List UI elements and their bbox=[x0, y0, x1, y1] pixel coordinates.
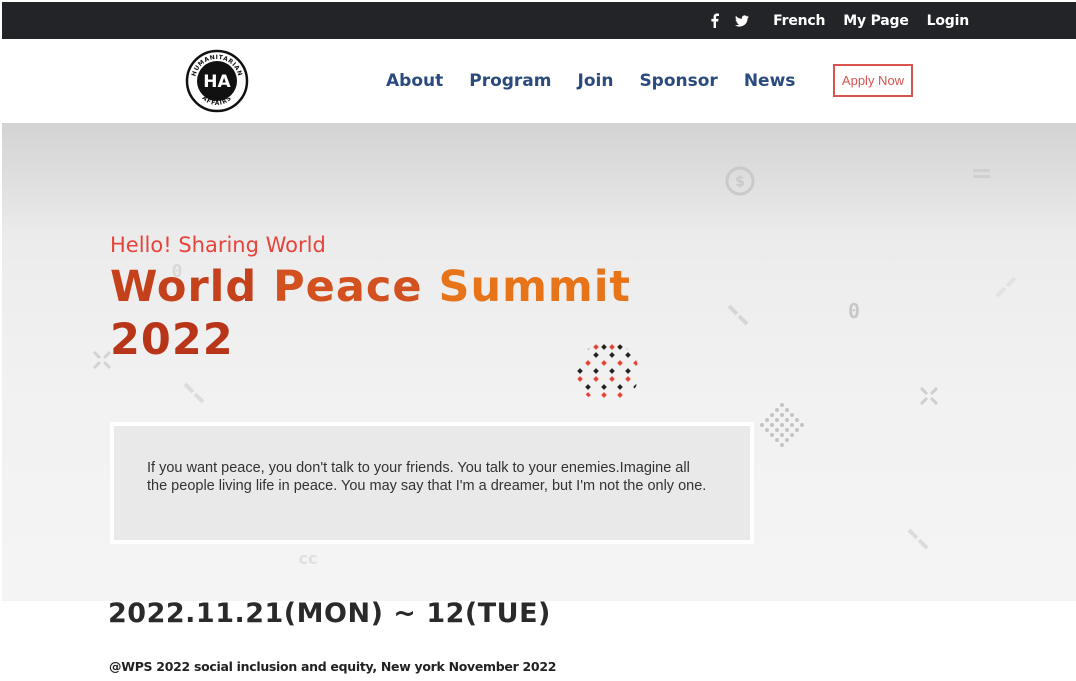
language-link[interactable]: French bbox=[773, 13, 825, 29]
event-subtitle: @WPS 2022 social inclusion and equity, N… bbox=[109, 659, 557, 674]
equals-shape-icon bbox=[973, 169, 990, 178]
main-nav: About Program Join Sponsor News bbox=[386, 71, 795, 91]
hero-title-word: 2022 bbox=[110, 315, 234, 365]
top-bar: French My Page Login bbox=[2, 2, 1076, 39]
dash-shape-icon bbox=[183, 382, 205, 404]
nav-program[interactable]: Program bbox=[469, 71, 551, 91]
quote-text: If you want peace, you don't talk to you… bbox=[147, 460, 707, 494]
site-logo[interactable]: HA HUMANITARIAN AFFAIRS bbox=[185, 49, 249, 113]
dollar-circle-icon: $ bbox=[725, 166, 755, 196]
svg-text:$: $ bbox=[735, 174, 745, 190]
svg-text:cc: cc bbox=[299, 549, 318, 568]
nav-join[interactable]: Join bbox=[578, 71, 614, 91]
login-link[interactable]: Login bbox=[927, 13, 970, 29]
x-shape-icon bbox=[919, 386, 939, 406]
dash-shape-icon bbox=[995, 276, 1017, 298]
hero-section: $ 0 cc 0 Hello! Sharing World World Peac… bbox=[2, 123, 1076, 601]
zero-shape-icon: 0 bbox=[848, 299, 860, 322]
social-links bbox=[707, 13, 750, 28]
site-header: HA HUMANITARIAN AFFAIRS About Program Jo… bbox=[2, 39, 1076, 123]
page: French My Page Login HA HUMANITARIAN AFF… bbox=[0, 0, 1076, 681]
hero-title-word: Summit bbox=[438, 262, 631, 312]
twitter-icon[interactable] bbox=[735, 14, 750, 28]
nav-about[interactable]: About bbox=[386, 71, 443, 91]
svg-text:0: 0 bbox=[848, 299, 860, 322]
dash-shape-icon bbox=[727, 304, 749, 326]
event-date: 2022.11.21(MON) ~ 12(TUE) bbox=[108, 598, 551, 629]
hero-greeting: Hello! Sharing World bbox=[110, 233, 326, 257]
dash-shape-icon bbox=[907, 528, 929, 550]
hero-title-word: World bbox=[110, 262, 258, 312]
svg-text:HA: HA bbox=[203, 72, 231, 92]
hero-title-word: Peace bbox=[273, 262, 423, 312]
nav-news[interactable]: News bbox=[744, 71, 796, 91]
nav-sponsor[interactable]: Sponsor bbox=[639, 71, 717, 91]
grey-dot-diamond bbox=[760, 403, 804, 447]
hero-background-photo bbox=[2, 123, 1076, 233]
hero-title: World Peace Summit 2022 bbox=[110, 261, 670, 367]
facebook-icon[interactable] bbox=[707, 13, 721, 28]
quote-box: If you want peace, you don't talk to you… bbox=[110, 422, 754, 544]
cc-shape-icon: cc bbox=[299, 549, 318, 568]
apply-now-button[interactable]: Apply Now bbox=[833, 64, 913, 97]
my-page-link[interactable]: My Page bbox=[843, 13, 909, 29]
